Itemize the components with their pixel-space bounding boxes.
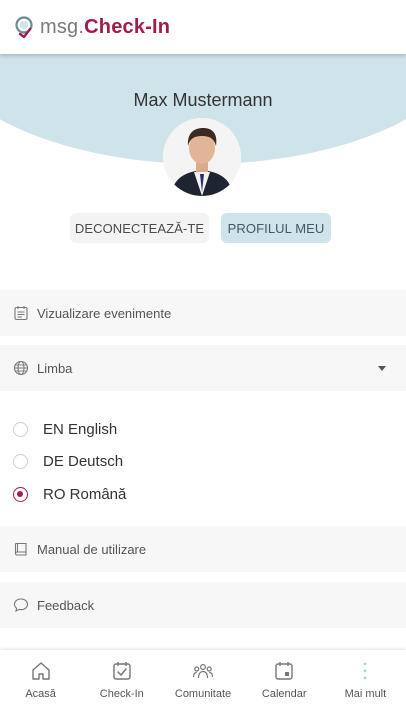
nav-calendar[interactable]: Calendar <box>244 650 325 715</box>
nav-more-label: Mai mult <box>344 688 387 700</box>
radio-ro[interactable] <box>13 486 28 502</box>
calendar-icon <box>275 662 293 680</box>
book-icon <box>14 542 27 556</box>
view-events-item[interactable]: Vizualizare evenimente <box>0 290 406 336</box>
radio-en[interactable] <box>13 421 28 437</box>
brand-bold: Check-In <box>84 15 171 38</box>
nav-checkin[interactable]: Check-In <box>81 650 162 715</box>
avatar <box>163 118 241 196</box>
nav-community[interactable]: Comunitate <box>162 650 243 715</box>
user-name: Max Mustermann <box>133 90 273 110</box>
brand-light: msg. <box>40 15 85 38</box>
radio-de[interactable] <box>13 453 28 469</box>
language-dropdown[interactable]: Limba <box>0 345 406 391</box>
chat-bubble-icon <box>13 598 29 613</box>
location-pin-check-icon <box>15 16 33 38</box>
nav-community-label: Comunitate <box>174 688 232 700</box>
globe-icon <box>13 360 29 376</box>
events-list-icon <box>14 306 28 321</box>
chevron-down-icon <box>378 366 386 371</box>
language-option-label: RO Română <box>43 485 127 503</box>
feedback-item[interactable]: Feedback <box>0 582 406 628</box>
user-manual-label: Manual de utilizare <box>37 541 147 557</box>
home-icon <box>31 662 50 680</box>
view-events-label: Vizualizare evenimente <box>37 305 172 321</box>
nav-home-label: Acasă <box>25 688 56 700</box>
more-vertical-icon <box>364 662 367 680</box>
app-header: msg.Check-In <box>0 0 406 54</box>
logout-button[interactable]: DECONECTEAZĂ-TE <box>70 213 209 243</box>
checkin-calendar-icon <box>113 662 131 680</box>
nav-checkin-label: Check-In <box>99 688 144 700</box>
language-option-de[interactable]: DE Deutsch <box>0 447 406 475</box>
feedback-label: Feedback <box>37 597 95 613</box>
language-option-label: EN English <box>43 420 118 438</box>
nav-home[interactable]: Acasă <box>0 650 81 715</box>
profile-section: Max Mustermann DECONECTEAZĂ-TE PROFILUL … <box>0 54 406 284</box>
nav-calendar-label: Calendar <box>261 688 307 700</box>
language-option-label: DE Deutsch <box>43 452 124 470</box>
language-option-en[interactable]: EN English <box>0 415 406 443</box>
app-logo[interactable]: msg.Check-In <box>40 16 170 39</box>
community-icon <box>192 663 214 679</box>
nav-more[interactable]: Mai mult <box>325 650 406 715</box>
language-label: Limba <box>37 360 73 376</box>
my-profile-button[interactable]: PROFILUL MEU <box>221 213 331 243</box>
avatar-photo <box>163 118 241 196</box>
language-option-ro[interactable]: RO Română <box>0 480 406 508</box>
user-manual-item[interactable]: Manual de utilizare <box>0 526 406 572</box>
bottom-navigation: Acasă Check-In Comunitate Calendar Mai m… <box>0 650 406 715</box>
